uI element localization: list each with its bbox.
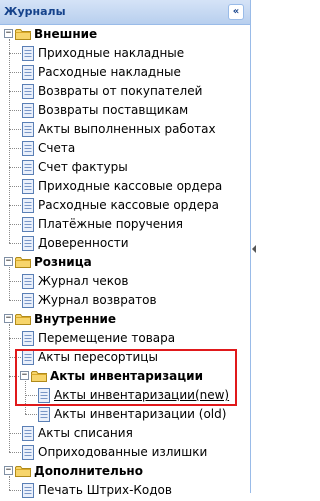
tree-item-label: Акты инвентаризации — [50, 369, 203, 383]
tree-item-row[interactable]: Счет фактуры — [0, 158, 250, 177]
tree-connector-vertical — [25, 381, 26, 414]
tree-folder-row[interactable]: − Внешние — [0, 25, 250, 44]
tree-item-label: Внутренние — [34, 312, 117, 326]
tree-item-label: Перемещение товара — [38, 331, 176, 345]
tree-folder-row[interactable]: − Внутренние — [0, 310, 250, 329]
tree-item-row[interactable]: Перемещение товара — [0, 329, 250, 348]
scrollbar[interactable] — [252, 0, 258, 493]
tree-connector-vertical — [9, 267, 10, 300]
tree-item-label: Доверенности — [38, 236, 129, 250]
minus-toggle-icon[interactable]: − — [4, 314, 13, 323]
minus-toggle-icon[interactable]: − — [4, 466, 13, 475]
tree-item-row[interactable]: Приходные кассовые ордера — [0, 177, 250, 196]
tree-item-row[interactable]: Печать Штрих-Кодов — [0, 481, 250, 500]
tree-item-label: Счет фактуры — [38, 160, 128, 174]
document-icon — [22, 160, 34, 175]
tree-connector-vertical — [9, 39, 10, 243]
tree-item-row[interactable]: Оприходованные излишки — [0, 443, 250, 462]
tree-item-label: Дополнительно — [34, 464, 143, 478]
tree-item-row[interactable]: Доверенности — [0, 234, 250, 253]
document-icon — [38, 407, 50, 422]
tree-item-row[interactable]: Приходные накладные — [0, 44, 250, 63]
tree-item-row[interactable]: Акты инвентаризации(new) — [0, 386, 250, 405]
folder-icon — [15, 465, 31, 477]
document-icon — [22, 103, 34, 118]
tree-item-label: Возвраты от покупателей — [38, 84, 203, 98]
tree-connector-vertical — [9, 476, 10, 490]
tree-connector-vertical — [9, 324, 10, 452]
document-icon — [22, 274, 34, 289]
tree-item-label: Печать Штрих-Кодов — [38, 483, 172, 497]
tree-folder-row[interactable]: − Дополнительно — [0, 462, 250, 481]
panel-header: Журналы « — [0, 0, 250, 25]
folder-icon — [31, 370, 47, 382]
tree-item-label: Акты пересортицы — [38, 350, 158, 364]
minus-toggle-icon[interactable]: − — [4, 29, 13, 38]
document-icon — [22, 426, 34, 441]
tree-item-row[interactable]: Акты пересортицы — [0, 348, 250, 367]
tree-item-label: Акты инвентаризации (old) — [54, 407, 227, 421]
tree-item-row[interactable]: Акты списания — [0, 424, 250, 443]
tree-item-row[interactable]: Акты инвентаризации (old) — [0, 405, 250, 424]
document-icon — [22, 65, 34, 80]
document-icon — [22, 293, 34, 308]
journals-panel: Журналы « − Внешние Приходные накладные Рас… — [0, 0, 251, 498]
tree-item-label: Внешние — [34, 27, 98, 41]
document-icon — [22, 445, 34, 460]
tree-item-label: Акты списания — [38, 426, 133, 440]
tree-item-label: Счета — [38, 141, 76, 155]
tree-folder-row[interactable]: − Акты инвентаризации — [0, 367, 250, 386]
tree-item-label: Платёжные поручения — [38, 217, 183, 231]
tree-item-row[interactable]: Расходные кассовые ордера — [0, 196, 250, 215]
folder-icon — [15, 256, 31, 268]
tree-item-row[interactable]: Журнал возвратов — [0, 291, 250, 310]
document-icon — [22, 198, 34, 213]
document-icon — [22, 141, 34, 156]
tree-item-label: Расходные кассовые ордера — [38, 198, 219, 212]
tree-item-label: Приходные накладные — [38, 46, 185, 60]
document-icon — [22, 331, 34, 346]
folder-icon — [15, 313, 31, 325]
panel-title: Журналы — [4, 5, 66, 18]
tree-item-row[interactable]: Расходные накладные — [0, 63, 250, 82]
document-icon — [22, 46, 34, 61]
tree-item-label: Расходные накладные — [38, 65, 181, 79]
tree-folder-row[interactable]: − Розница — [0, 253, 250, 272]
minus-toggle-icon[interactable]: − — [20, 371, 29, 380]
tree-item-label: Розница — [34, 255, 92, 269]
tree-item-label: Приходные кассовые ордера — [38, 179, 223, 193]
document-icon — [22, 122, 34, 137]
tree-item-row[interactable]: Акты выполненных работах — [0, 120, 250, 139]
tree-item-row[interactable]: Возвраты от покупателей — [0, 82, 250, 101]
document-icon — [38, 388, 50, 403]
scroll-left-arrow-icon[interactable] — [252, 245, 256, 253]
tree-item-row[interactable]: Счета — [0, 139, 250, 158]
tree-item-label: Акты выполненных работах — [38, 122, 216, 136]
folder-icon — [15, 28, 31, 40]
document-icon — [22, 217, 34, 232]
tree-item-row[interactable]: Возвраты поставщикам — [0, 101, 250, 120]
tree-item-row[interactable]: Журнал чеков — [0, 272, 250, 291]
tree-item-label: Журнал возвратов — [38, 293, 157, 307]
minus-toggle-icon[interactable]: − — [4, 257, 13, 266]
document-icon — [22, 179, 34, 194]
tree-item-label: Акты инвентаризации(new) — [54, 388, 230, 402]
document-icon — [22, 350, 34, 365]
tree-item-label: Журнал чеков — [38, 274, 129, 288]
document-icon — [22, 84, 34, 99]
collapse-panel-button[interactable]: « — [228, 4, 244, 20]
tree-item-label: Возвраты поставщикам — [38, 103, 189, 117]
document-icon — [22, 236, 34, 251]
tree-item-label: Оприходованные излишки — [38, 445, 208, 459]
tree-item-row[interactable]: Платёжные поручения — [0, 215, 250, 234]
document-icon — [22, 483, 34, 498]
